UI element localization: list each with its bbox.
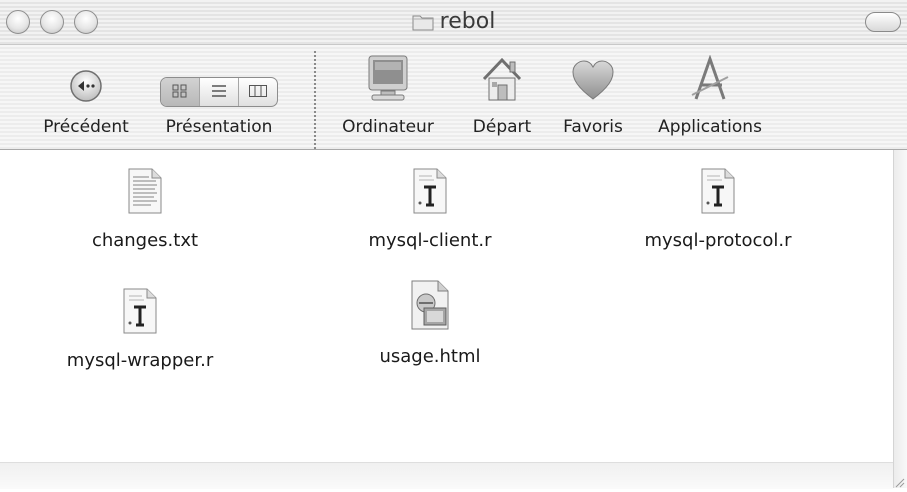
toolbar-separator — [314, 51, 316, 149]
rebol-script-icon — [122, 288, 158, 338]
back-button[interactable]: Précédent — [34, 45, 138, 149]
file-item[interactable]: changes.txt — [45, 166, 245, 251]
applications-label: Applications — [658, 117, 762, 137]
file-name: mysql-client.r — [368, 230, 492, 251]
computer-icon — [364, 53, 412, 107]
file-browser: changes.txt mysql-client.r mysql-protoco… — [0, 150, 893, 488]
applications-icon — [686, 54, 734, 107]
view-control[interactable]: Présentation — [154, 45, 284, 149]
home-label: Départ — [472, 117, 532, 137]
status-bar — [0, 462, 893, 489]
view-label: Présentation — [165, 117, 273, 137]
window-title-area: rebol — [0, 9, 907, 35]
back-label: Précédent — [43, 117, 129, 137]
column-view-icon — [248, 83, 268, 102]
title-bar[interactable]: rebol — [0, 0, 907, 45]
favorites-label: Favoris — [563, 117, 623, 137]
column-view-button[interactable] — [239, 78, 277, 106]
file-name: changes.txt — [91, 230, 199, 251]
applications-button[interactable]: Applications — [648, 45, 772, 149]
text-document-icon — [127, 168, 163, 218]
file-item[interactable]: mysql-client.r — [330, 166, 530, 251]
icon-view-button[interactable] — [161, 78, 200, 106]
resize-grip-icon[interactable] — [893, 473, 905, 488]
toolbar-toggle-button[interactable] — [865, 12, 901, 32]
rebol-script-icon — [700, 168, 736, 218]
home-button[interactable]: Départ — [462, 45, 542, 149]
file-name: mysql-wrapper.r — [66, 350, 214, 371]
computer-button[interactable]: Ordinateur — [336, 45, 440, 149]
icon-view-icon — [171, 83, 189, 102]
window-title: rebol — [439, 9, 496, 34]
back-arrow-icon — [69, 69, 103, 107]
favorites-button[interactable]: Favoris — [553, 45, 633, 149]
rebol-script-icon — [412, 168, 448, 218]
list-view-button[interactable] — [200, 78, 239, 106]
toolbar: Précédent Présentation Ordinateur Départ… — [0, 45, 907, 150]
heart-icon — [571, 59, 615, 107]
file-item[interactable]: mysql-protocol.r — [618, 166, 818, 251]
file-item[interactable]: mysql-wrapper.r — [40, 286, 240, 371]
html-document-icon — [408, 280, 452, 334]
finder-window: rebol Précédent Présentation Ordinateur … — [0, 0, 907, 489]
home-icon — [480, 55, 524, 107]
file-name: mysql-protocol.r — [644, 230, 792, 251]
computer-label: Ordinateur — [342, 117, 434, 137]
file-item[interactable]: usage.html — [330, 280, 530, 367]
file-name: usage.html — [379, 346, 481, 367]
view-segmented-control[interactable] — [160, 77, 278, 107]
vertical-scrollbar[interactable] — [893, 150, 907, 488]
folder-icon — [412, 13, 434, 31]
list-view-icon — [210, 83, 228, 102]
